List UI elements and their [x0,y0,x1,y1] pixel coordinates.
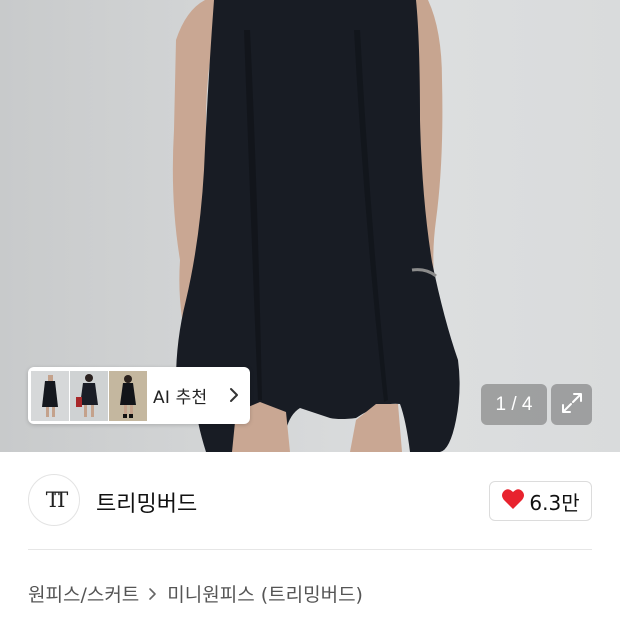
expand-button[interactable] [551,384,592,425]
recommend-thumbnail [70,370,108,421]
breadcrumb-subcategory[interactable]: 미니원피스 (트리밍버드) [167,580,363,607]
chevron-right-icon [147,586,159,602]
like-count: 6.3만 [529,490,580,515]
breadcrumb: 원피스/스커트 미니원피스 (트리밍버드) [28,580,363,607]
brand-logo[interactable]: TT [28,474,80,526]
breadcrumb-category[interactable]: 원피스/스커트 [28,580,139,607]
ai-recommend-label: AI 추천 [153,388,208,408]
ai-recommend-thumbnails [31,370,147,421]
chevron-right-icon [226,386,242,404]
recommend-thumbnail [31,370,69,421]
ai-recommend-card[interactable]: AI 추천 [28,367,250,424]
heart-icon [501,488,525,514]
divider [28,549,592,550]
expand-icon [560,391,584,419]
product-image-gallery[interactable]: AI 추천 1 / 4 [0,0,620,452]
image-counter: 1 / 4 [481,384,547,425]
brand-name[interactable]: 트리밍버드 [96,486,197,518]
recommend-thumbnail [109,370,147,421]
brand-row: TT 트리밍버드 6.3만 [0,452,620,550]
like-button[interactable]: 6.3만 [489,481,592,521]
